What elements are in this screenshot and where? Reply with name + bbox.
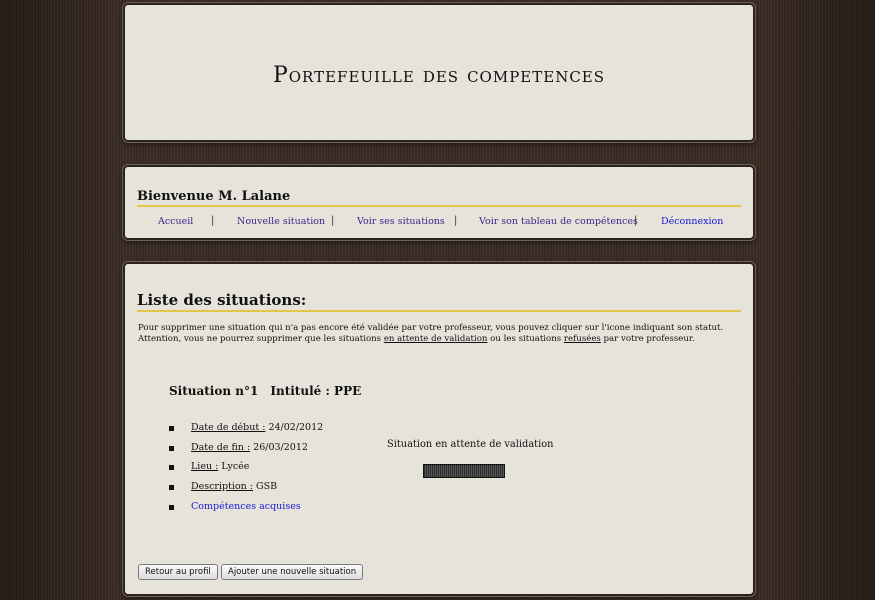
instructions-emphasis-pending: en attente de validation bbox=[383, 334, 488, 344]
instructions-text-part: ou les situations bbox=[487, 334, 564, 344]
situations-panel: Liste des situations: Pour supprimer une… bbox=[123, 262, 755, 596]
date-debut-label: Date de début : bbox=[191, 422, 266, 433]
menu-separator: | bbox=[634, 215, 638, 226]
main-menu: Accueil | Nouvelle situation | Voir ses … bbox=[125, 215, 753, 230]
list-item: Lieu : Lycée bbox=[169, 461, 323, 481]
status-pending-icon[interactable] bbox=[423, 464, 505, 478]
lieu-value: Lycée bbox=[221, 461, 250, 473]
situation-intitule: Intitulé : PPE bbox=[270, 384, 362, 398]
list-item: Date de début : 24/02/2012 bbox=[169, 422, 323, 442]
date-debut-value: 24/02/2012 bbox=[268, 422, 324, 433]
situation-details-list: Date de début : 24/02/2012 Date de fin :… bbox=[169, 422, 323, 520]
situation-heading: Situation n°1 Intitulé : PPE bbox=[169, 384, 373, 398]
situation-number: Situation n°1 bbox=[169, 384, 259, 398]
list-item: Description : GSB bbox=[169, 481, 323, 501]
list-item: Compétences acquises bbox=[169, 501, 323, 521]
instructions-line-2: Attention, vous ne pourrez supprimer que… bbox=[138, 334, 738, 345]
section-heading: Liste des situations: bbox=[137, 291, 741, 312]
menu-item-tableau-competences[interactable]: Voir son tableau de compétences bbox=[479, 216, 638, 227]
lieu-label: Lieu : bbox=[191, 461, 219, 473]
menu-separator: | bbox=[331, 215, 335, 226]
menu-item-voir-situations[interactable]: Voir ses situations bbox=[357, 216, 445, 227]
background-shade-left bbox=[0, 0, 120, 600]
description-value: GSB bbox=[256, 481, 278, 493]
menu-item-deconnexion[interactable]: Déconnexion bbox=[661, 216, 723, 227]
menu-separator: | bbox=[211, 215, 215, 226]
situation-status-text: Situation en attente de validation bbox=[387, 439, 554, 450]
instructions-emphasis-refused: refusées bbox=[563, 334, 601, 344]
menu-item-nouvelle-situation[interactable]: Nouvelle situation bbox=[237, 216, 325, 227]
header-panel: Portefeuille des competences bbox=[123, 3, 755, 142]
competences-acquises-link[interactable]: Compétences acquises bbox=[191, 501, 301, 512]
page-title: Portefeuille des competences bbox=[272, 63, 606, 88]
menu-item-accueil[interactable]: Accueil bbox=[158, 216, 193, 227]
date-fin-label: Date de fin : bbox=[191, 441, 251, 453]
instructions-text-part: Attention, vous ne pourrez supprimer que… bbox=[138, 334, 384, 344]
date-fin-value: 26/03/2012 bbox=[253, 441, 308, 453]
add-situation-button[interactable]: Ajouter une nouvelle situation bbox=[221, 564, 364, 580]
welcome-heading: Bienvenue M. Lalane bbox=[137, 189, 741, 207]
navigation-panel: Bienvenue M. Lalane Accueil | Nouvelle s… bbox=[123, 165, 755, 240]
instructions-line-1: Pour supprimer une situation qui n'a pas… bbox=[138, 323, 724, 333]
instructions-text: Pour supprimer une situation qui n'a pas… bbox=[138, 323, 738, 345]
description-label: Description : bbox=[191, 481, 254, 493]
back-to-profile-button[interactable]: Retour au profil bbox=[138, 564, 218, 580]
instructions-text-part: par votre professeur. bbox=[600, 334, 695, 344]
list-item: Date de fin : 26/03/2012 bbox=[169, 442, 323, 462]
background-shade-right bbox=[755, 0, 875, 600]
menu-separator: | bbox=[454, 215, 458, 226]
